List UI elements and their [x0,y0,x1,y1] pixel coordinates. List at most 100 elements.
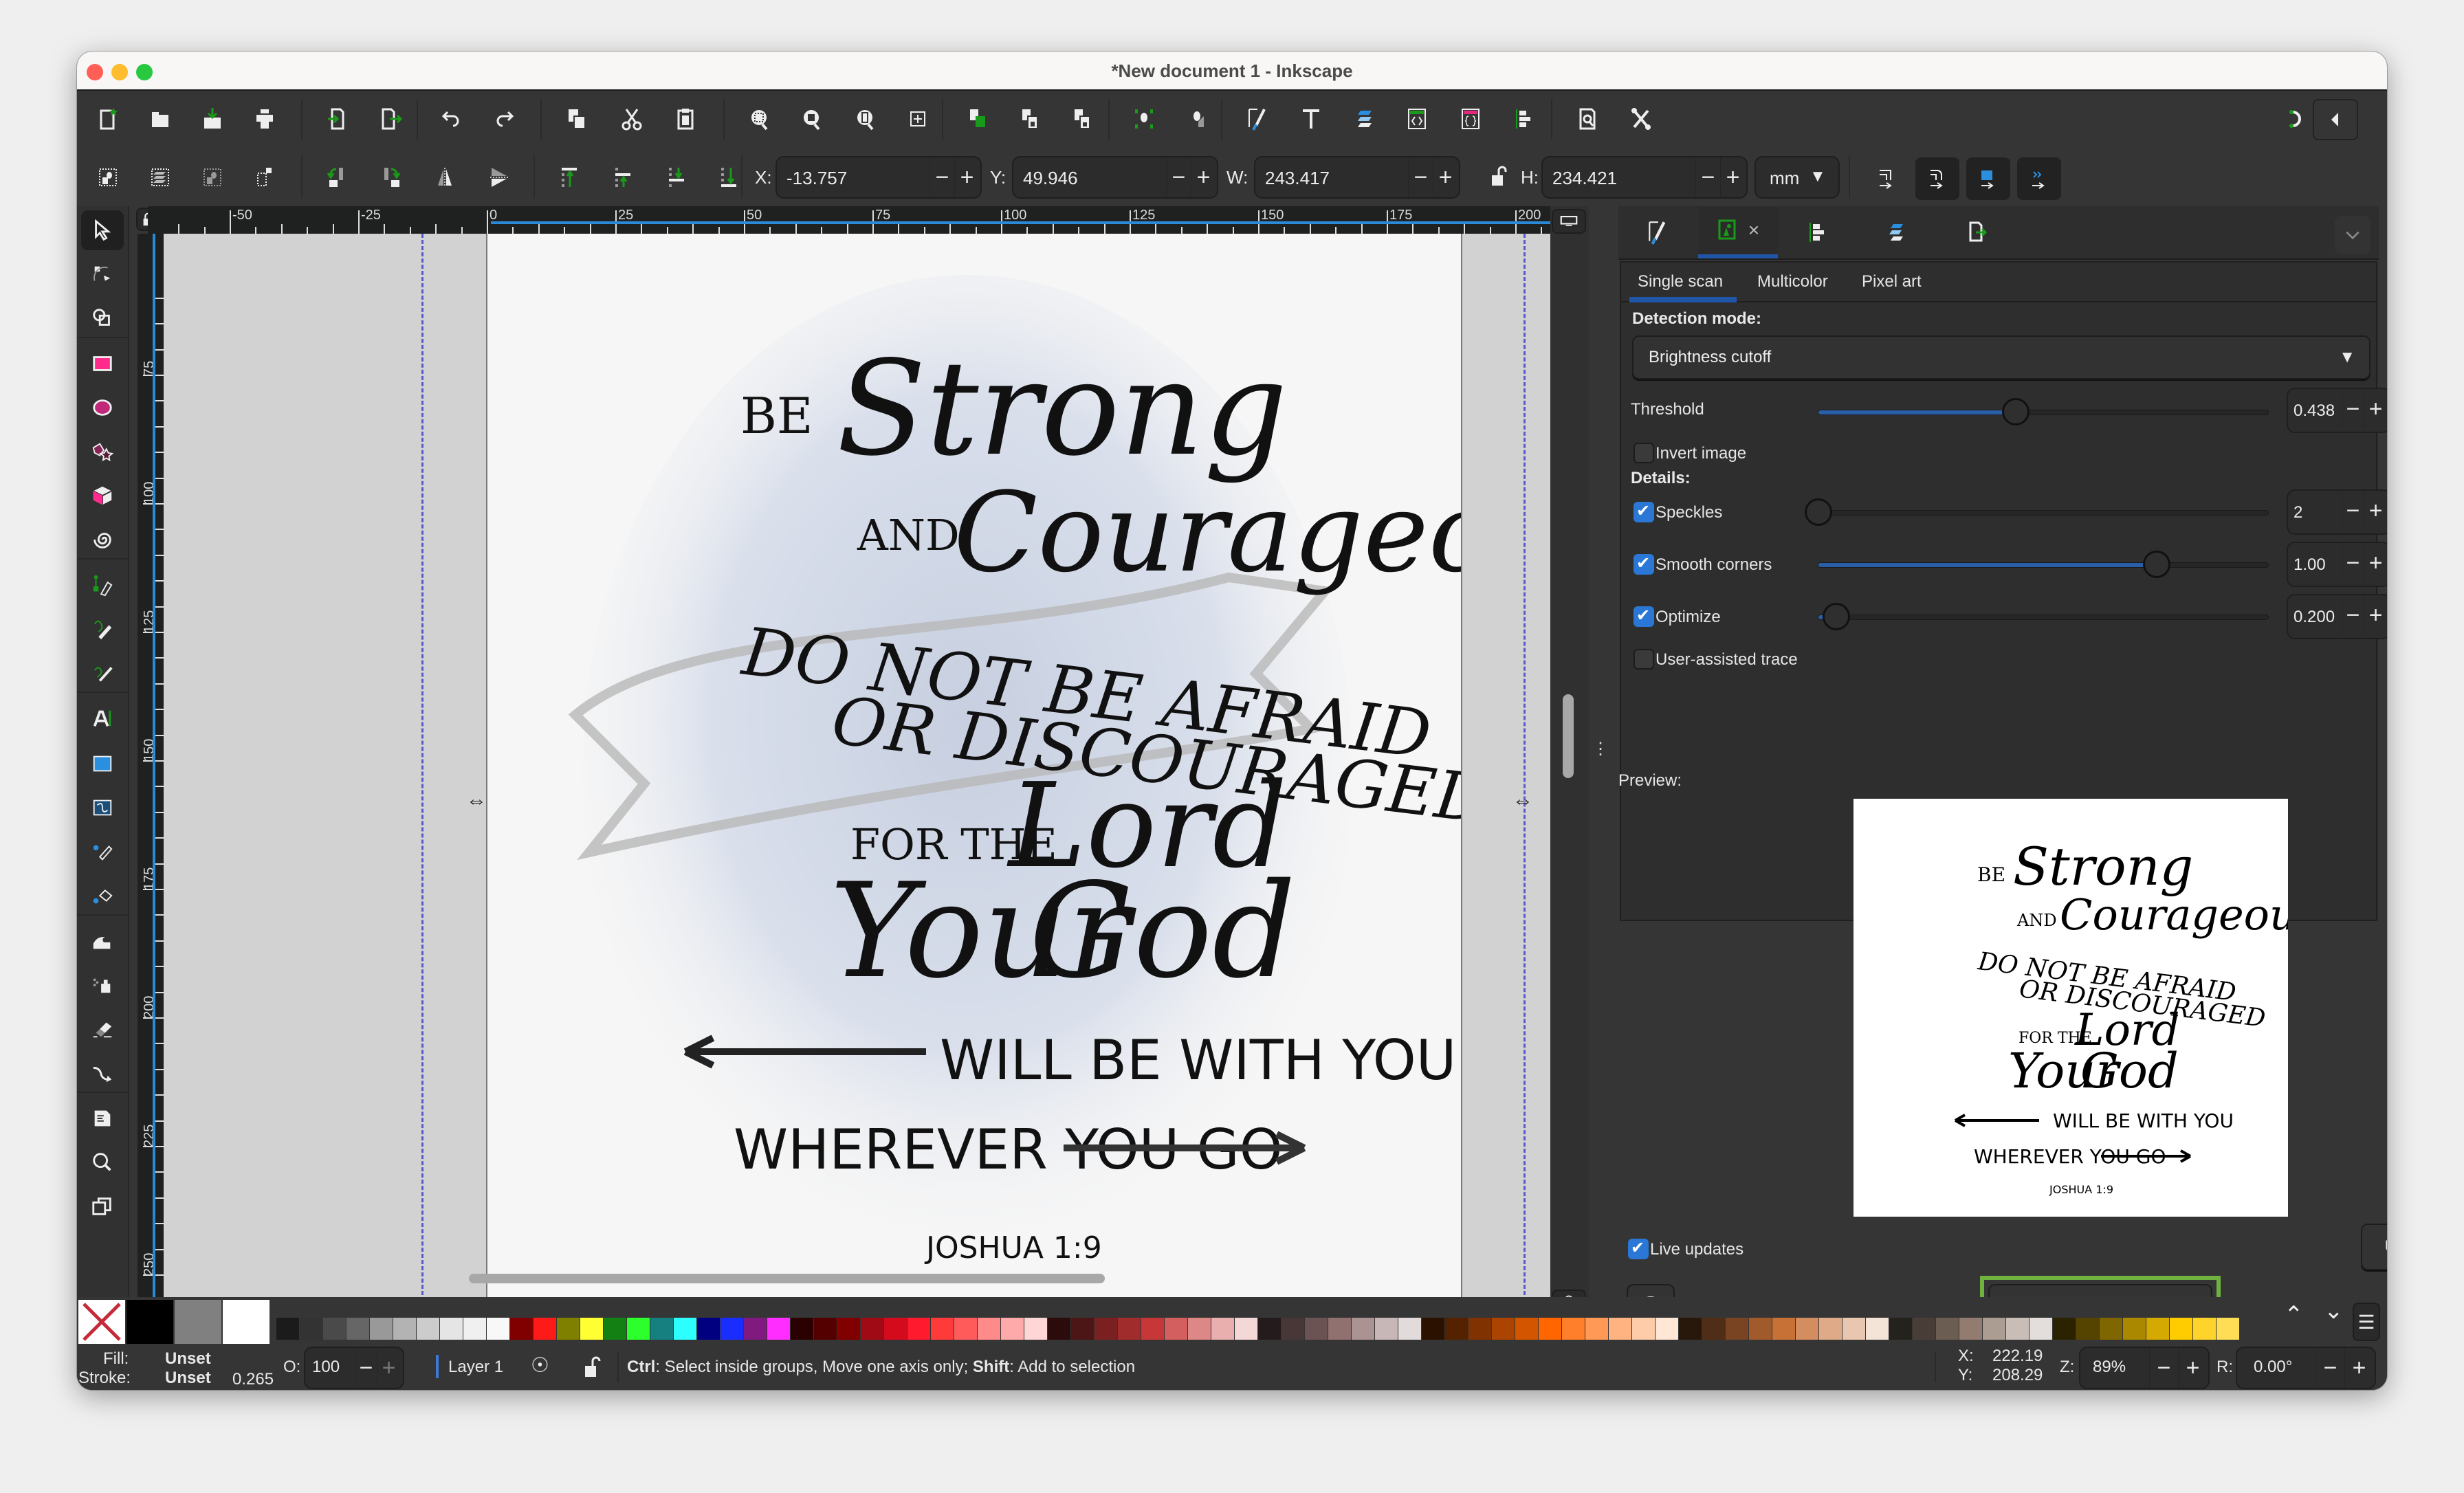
palette-swatch[interactable] [463,1318,486,1340]
rectangle-tool[interactable] [81,344,124,384]
smooth-corners-spinbox[interactable]: 1.00 − + [2287,542,2387,587]
x-value[interactable]: -13.757 [786,168,847,189]
speckles-increment[interactable]: + [2364,491,2387,531]
w-field[interactable]: 243.417 − + [1254,156,1460,199]
scale-handle-left[interactable]: ⇔ [466,789,487,812]
opacity-spinbox[interactable]: 100 − + [304,1347,404,1389]
palette-swatch[interactable] [2170,1318,2192,1340]
trace-bitmap-tab[interactable]: × [1698,206,1778,258]
palette-swatch[interactable] [1445,1318,1468,1340]
palette-swatch[interactable] [2053,1318,2076,1340]
stroke-value[interactable]: Unset [165,1369,211,1388]
zoom-tool[interactable] [81,1142,124,1182]
detection-mode-select[interactable]: Brightness cutoff ▼ [1632,335,2370,379]
raise-to-top-button[interactable] [551,159,588,196]
palette-swatch[interactable] [1188,1318,1211,1340]
horizontal-scrollbar[interactable] [469,1274,1105,1283]
calligraphy-tool[interactable] [81,653,124,693]
touch-select-button[interactable] [246,159,283,196]
palette-swatch[interactable] [1702,1318,1725,1340]
selectors-css-button[interactable] [1452,100,1489,137]
palette-swatch[interactable] [1749,1318,1772,1340]
subtab-multicolor[interactable]: Multicolor [1757,272,1828,291]
rotate-cw-button[interactable] [373,159,410,196]
text-tool[interactable] [81,698,124,738]
deselect-button[interactable] [194,159,231,196]
palette-swatch[interactable] [323,1318,346,1340]
new-document-button[interactable] [89,100,126,137]
w-increment[interactable]: + [1433,157,1458,197]
dropper-tool[interactable] [81,832,124,872]
optimize-decrement[interactable]: − [2342,595,2364,635]
palette-swatch[interactable] [1468,1318,1491,1340]
palette-swatch[interactable] [908,1318,930,1340]
pencil-tool[interactable] [81,609,124,649]
palette-swatch[interactable] [510,1318,533,1340]
lower-button[interactable] [659,159,696,196]
palette-swatch[interactable] [1842,1318,1865,1340]
lock-ratio-button[interactable] [1480,157,1517,195]
palette-swatch[interactable] [2146,1318,2169,1340]
palette-swatch[interactable] [1936,1318,1959,1340]
y-increment[interactable]: + [1191,157,1216,197]
palette-swatch[interactable] [1562,1318,1585,1340]
palette-swatch[interactable] [2076,1318,2099,1340]
horizontal-ruler[interactable]: -50-250255075100125150175200225 [148,206,1550,234]
zoom-drawing-button[interactable] [793,100,830,137]
palette-swatch[interactable] [300,1318,322,1340]
palette-swatch[interactable] [1305,1318,1328,1340]
palette-swatch[interactable] [650,1318,673,1340]
zoom-selection-button[interactable] [741,100,778,137]
scale-radii-toggle[interactable] [1915,157,1959,200]
palette-scroll-down-icon[interactable]: ⌄ [2324,1297,2344,1325]
vertical-scrollbar[interactable] [1563,694,1574,778]
zoom-in-button[interactable]: + [2178,1348,2207,1388]
undo-button[interactable] [433,100,470,137]
ellipse-tool[interactable] [81,388,124,428]
update-preview-button[interactable]: Update preview [2361,1224,2387,1270]
palette-swatch[interactable] [1796,1318,1818,1340]
opacity-increment[interactable]: + [377,1348,400,1388]
h-increment[interactable]: + [1720,157,1745,197]
save-button[interactable] [194,100,231,137]
palette-swatch[interactable] [276,1318,299,1340]
connector-tool[interactable] [81,1053,124,1093]
zoom-out-button[interactable]: − [2149,1348,2178,1388]
copy-button[interactable] [558,100,595,137]
flip-horizontal-button[interactable] [426,159,463,196]
h-field[interactable]: 234.421 − + [1541,156,1748,199]
palette-swatch[interactable] [2216,1318,2239,1340]
select-all-layers-button[interactable] [142,159,179,196]
spray-tool[interactable] [81,965,124,1005]
palette-swatch[interactable] [604,1318,626,1340]
subtab-single-scan[interactable]: Single scan [1638,272,1723,291]
palette-swatch[interactable] [978,1318,1000,1340]
transform-patterns-toggle[interactable] [2017,157,2061,200]
palette-swatch[interactable] [1609,1318,1631,1340]
zoom-value[interactable]: 89% [2093,1358,2126,1377]
layers-tab[interactable] [1858,206,1937,258]
palette-swatch[interactable] [884,1318,907,1340]
clone-button[interactable] [1012,100,1049,137]
zoom-center-page-button[interactable] [899,100,936,137]
palette-swatch[interactable] [370,1318,393,1340]
threshold-spinbox[interactable]: 0.438 − + [2287,388,2387,433]
document-properties-button[interactable] [1569,100,1606,137]
palette-swatch[interactable] [440,1318,463,1340]
palette-swatch[interactable] [2123,1318,2146,1340]
palette-menu-button[interactable]: ☰ [2353,1303,2380,1341]
rotate-ccw-button[interactable]: − [2316,1348,2344,1388]
smooth-corners-checkbox[interactable] [1634,553,1654,575]
palette-swatch[interactable] [417,1318,439,1340]
open-button[interactable] [142,100,179,137]
canvas[interactable]: BE Strong AND Courageous DO NOT BE AFRAI… [164,234,1550,1320]
swatch-gray[interactable] [175,1300,221,1344]
palette-swatch[interactable] [1632,1318,1655,1340]
layers-button[interactable] [1346,100,1383,137]
palette-swatch[interactable] [1679,1318,1702,1340]
palette-swatch[interactable] [2193,1318,2216,1340]
snap-toggle-button[interactable] [2277,100,2314,137]
palette-swatch[interactable] [1211,1318,1234,1340]
palette-swatch[interactable] [1772,1318,1795,1340]
palette-swatch[interactable] [767,1318,790,1340]
